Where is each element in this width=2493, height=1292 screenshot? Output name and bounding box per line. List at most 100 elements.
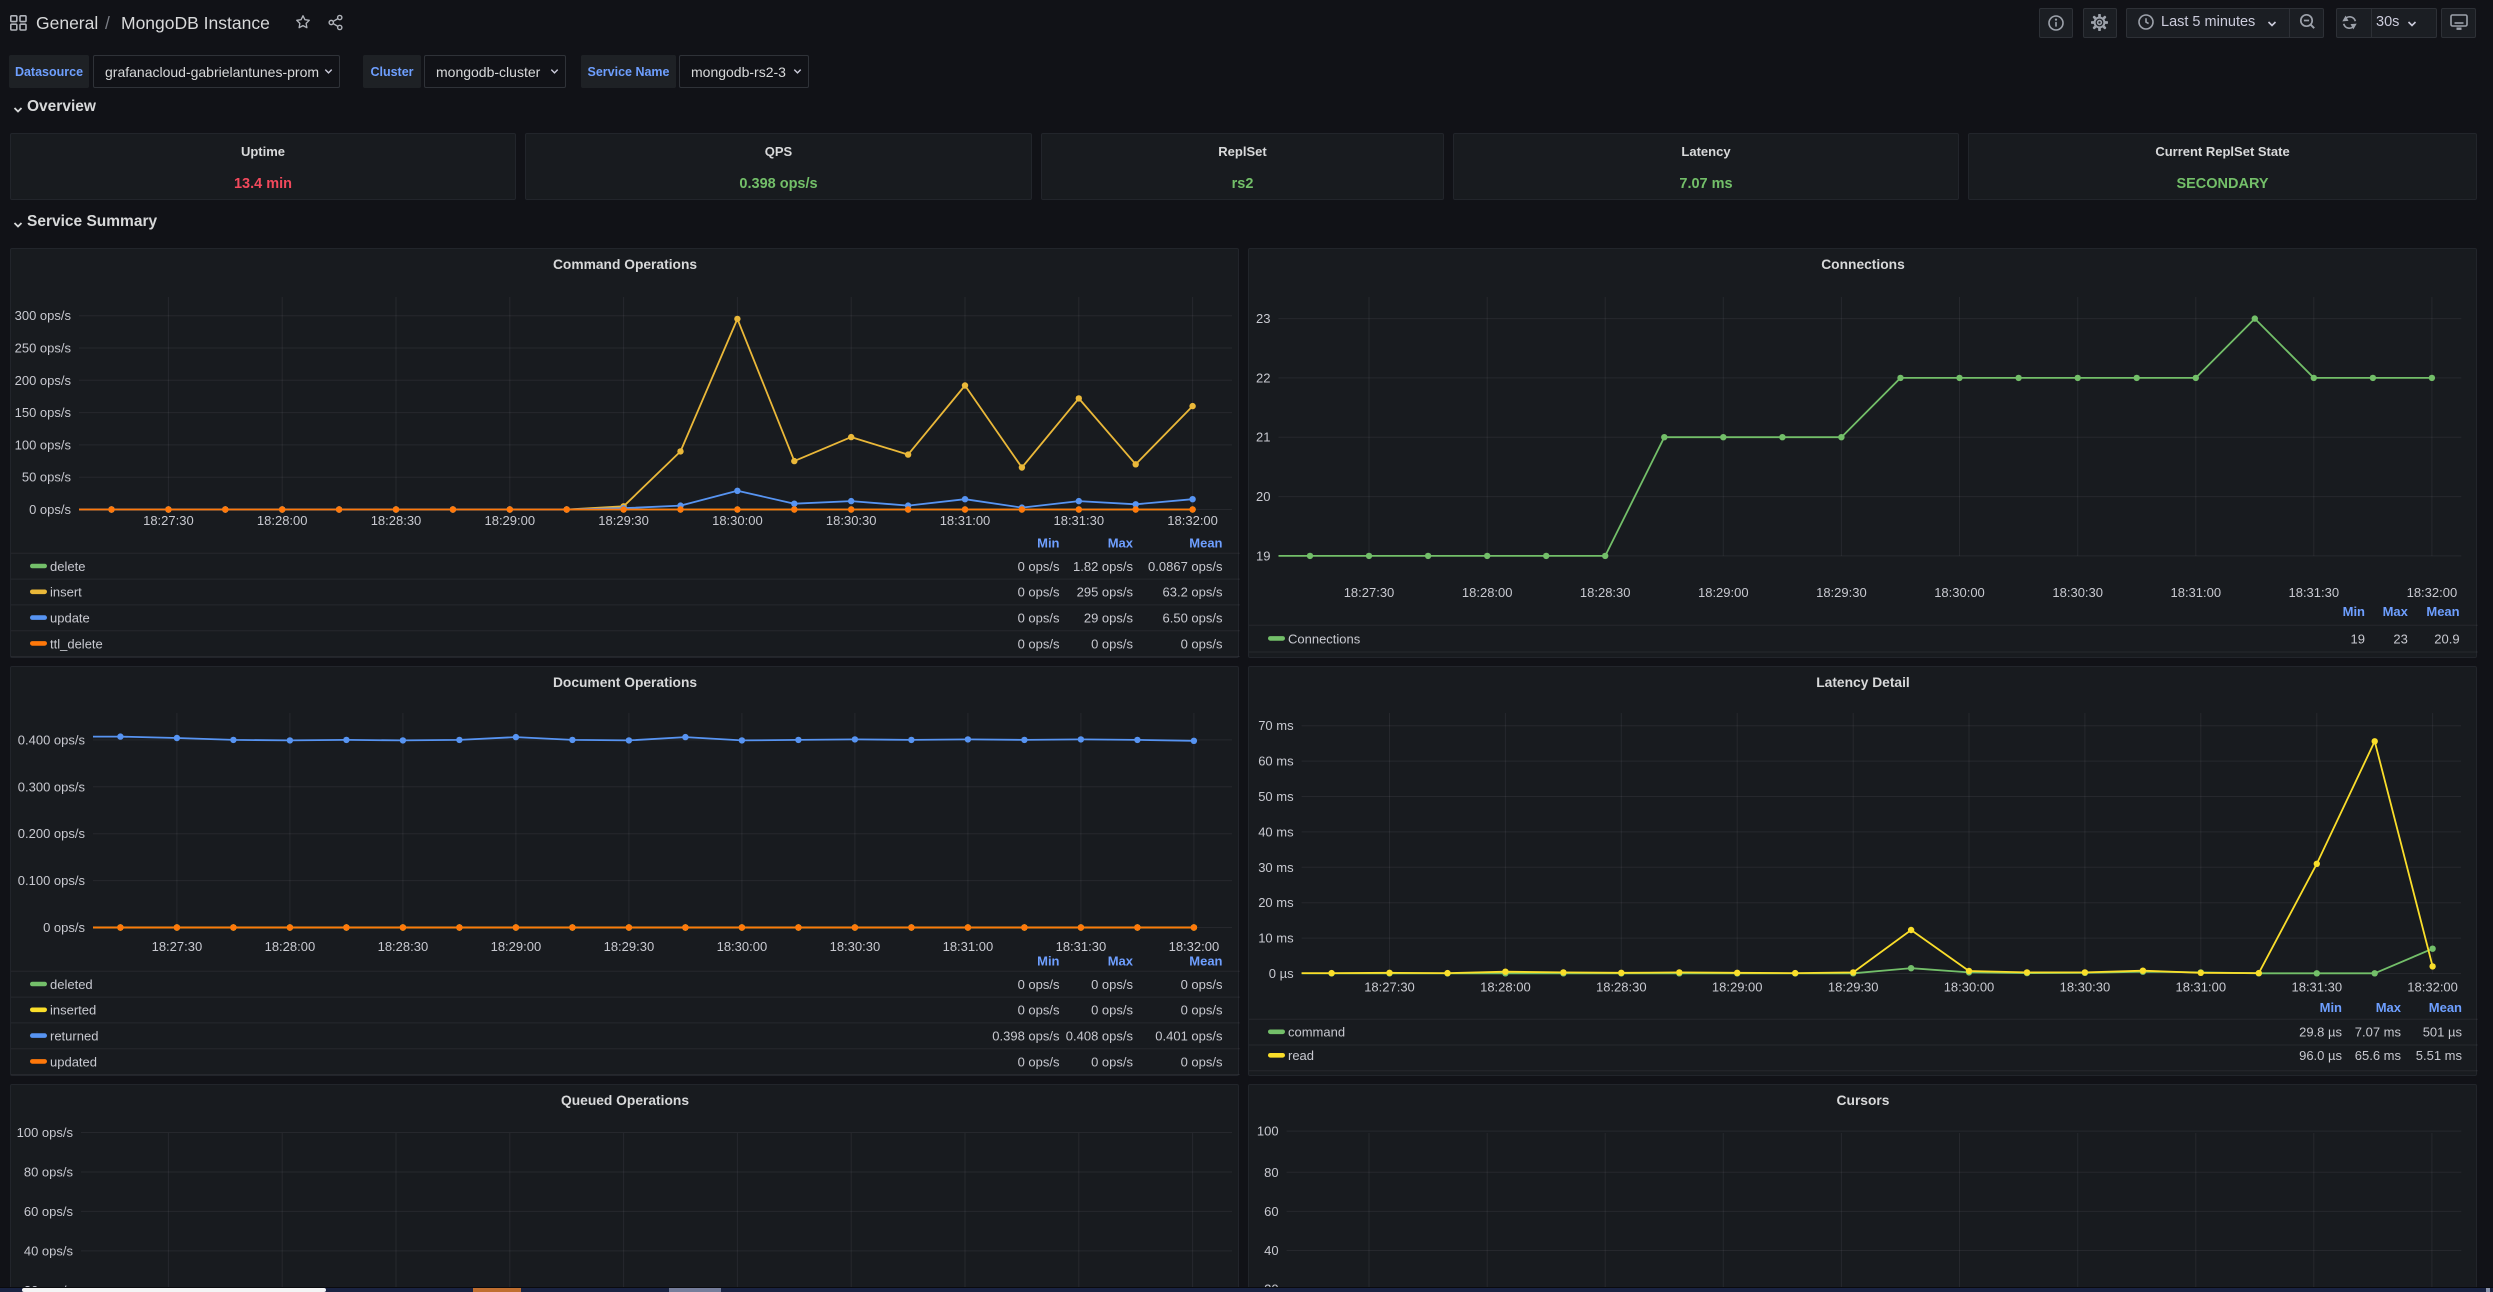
svg-text:Min: Min [1037,536,1059,551]
svg-text:40: 40 [1264,1243,1278,1258]
svg-text:60: 60 [1264,1204,1278,1219]
svg-text:read: read [1288,1048,1314,1063]
svg-text:18:29:30: 18:29:30 [1828,980,1879,995]
svg-text:18:30:30: 18:30:30 [826,513,877,528]
svg-text:0.408 ops/s: 0.408 ops/s [1066,1029,1134,1044]
svg-text:63.2 ops/s: 63.2 ops/s [1163,585,1223,600]
svg-text:18:29:00: 18:29:00 [491,939,542,954]
svg-text:0 ops/s: 0 ops/s [1181,977,1223,992]
svg-text:18:32:00: 18:32:00 [2407,980,2458,995]
svg-text:200 ops/s: 200 ops/s [15,373,72,388]
svg-text:Latency Detail: Latency Detail [1816,675,1910,690]
svg-text:0 µs: 0 µs [1269,966,1294,981]
svg-text:18:29:30: 18:29:30 [598,513,649,528]
svg-text:80: 80 [1264,1165,1278,1180]
svg-text:Mean: Mean [1189,536,1222,551]
svg-text:18:31:30: 18:31:30 [2288,585,2339,600]
svg-text:18:28:30: 18:28:30 [371,513,422,528]
svg-text:18:31:30: 18:31:30 [2291,980,2342,995]
svg-text:23: 23 [1256,311,1270,326]
svg-text:29 ops/s: 29 ops/s [1084,611,1134,626]
svg-text:501 µs: 501 µs [2423,1025,2463,1040]
svg-text:returned: returned [50,1029,98,1044]
svg-text:Max: Max [2383,604,2409,619]
svg-text:23: 23 [2393,631,2407,646]
svg-text:150 ops/s: 150 ops/s [15,405,72,420]
svg-text:65.6 ms: 65.6 ms [2355,1048,2402,1063]
svg-text:22: 22 [1256,370,1270,385]
svg-text:60 ms: 60 ms [1258,754,1294,769]
svg-text:Min: Min [1037,954,1059,969]
svg-text:0 ops/s: 0 ops/s [1018,1054,1060,1069]
svg-text:Queued Operations: Queued Operations [561,1093,689,1108]
svg-text:0 ops/s: 0 ops/s [1181,636,1223,651]
svg-text:18:28:30: 18:28:30 [1580,585,1631,600]
svg-text:0 ops/s: 0 ops/s [1018,611,1060,626]
svg-text:19: 19 [2351,631,2365,646]
svg-text:18:31:00: 18:31:00 [2175,980,2226,995]
svg-text:18:30:00: 18:30:00 [712,513,763,528]
svg-text:40 ms: 40 ms [1258,824,1294,839]
svg-text:0 ops/s: 0 ops/s [1018,977,1060,992]
svg-text:command: command [1288,1025,1345,1040]
svg-text:18:30:30: 18:30:30 [2060,980,2111,995]
svg-text:Max: Max [1108,536,1134,551]
svg-text:18:29:30: 18:29:30 [604,939,655,954]
svg-text:18:30:30: 18:30:30 [830,939,881,954]
svg-text:18:27:30: 18:27:30 [143,513,194,528]
svg-text:96.0 µs: 96.0 µs [2299,1048,2342,1063]
svg-text:18:28:30: 18:28:30 [378,939,429,954]
svg-text:0.300 ops/s: 0.300 ops/s [18,779,86,794]
svg-text:18:32:00: 18:32:00 [2407,585,2458,600]
svg-text:50 ms: 50 ms [1258,789,1294,804]
svg-text:18:28:00: 18:28:00 [257,513,308,528]
svg-text:18:30:00: 18:30:00 [717,939,768,954]
svg-text:0.400 ops/s: 0.400 ops/s [18,732,86,747]
svg-text:0 ops/s: 0 ops/s [1018,636,1060,651]
svg-text:30 ms: 30 ms [1258,860,1294,875]
svg-text:20: 20 [1256,489,1270,504]
svg-text:Command Operations: Command Operations [553,257,697,272]
svg-text:18:32:00: 18:32:00 [1167,513,1218,528]
svg-text:18:27:30: 18:27:30 [1344,585,1395,600]
svg-text:18:31:00: 18:31:00 [940,513,991,528]
svg-text:0.401 ops/s: 0.401 ops/s [1155,1029,1223,1044]
svg-text:Mean: Mean [2429,1000,2462,1015]
svg-text:Mean: Mean [1189,954,1222,969]
svg-text:7.07 ms: 7.07 ms [2355,1025,2402,1040]
svg-text:0 ops/s: 0 ops/s [1018,559,1060,574]
svg-text:18:27:30: 18:27:30 [152,939,203,954]
svg-text:0 ops/s: 0 ops/s [29,502,71,517]
svg-text:40 ops/s: 40 ops/s [24,1243,74,1258]
svg-text:5.51 ms: 5.51 ms [2416,1048,2463,1063]
svg-text:0 ops/s: 0 ops/s [1091,636,1133,651]
svg-text:Max: Max [2376,1000,2402,1015]
svg-text:50 ops/s: 50 ops/s [22,470,72,485]
svg-text:updated: updated [50,1054,97,1069]
svg-text:delete: delete [50,559,85,574]
svg-text:0.100 ops/s: 0.100 ops/s [18,873,86,888]
svg-text:250 ops/s: 250 ops/s [15,341,72,356]
svg-text:0 ops/s: 0 ops/s [1091,977,1133,992]
svg-text:18:28:00: 18:28:00 [1480,980,1531,995]
svg-text:1.82 ops/s: 1.82 ops/s [1073,559,1133,574]
svg-text:Connections: Connections [1821,257,1905,272]
svg-text:18:28:30: 18:28:30 [1596,980,1647,995]
svg-text:300 ops/s: 300 ops/s [15,308,72,323]
svg-text:18:32:00: 18:32:00 [1169,939,1220,954]
svg-text:Max: Max [1108,954,1134,969]
svg-text:18:29:00: 18:29:00 [1698,585,1749,600]
svg-text:Document Operations: Document Operations [553,675,697,690]
svg-text:295 ops/s: 295 ops/s [1077,585,1134,600]
svg-text:18:30:00: 18:30:00 [1944,980,1995,995]
svg-text:18:31:00: 18:31:00 [943,939,994,954]
svg-text:deleted: deleted [50,977,93,992]
svg-text:10 ms: 10 ms [1258,931,1294,946]
svg-text:18:29:00: 18:29:00 [484,513,535,528]
svg-text:0.200 ops/s: 0.200 ops/s [18,826,86,841]
svg-text:0.0867 ops/s: 0.0867 ops/s [1148,559,1223,574]
svg-text:0 ops/s: 0 ops/s [1181,1003,1223,1018]
svg-text:Min: Min [2343,604,2365,619]
svg-text:0.398 ops/s: 0.398 ops/s [992,1029,1060,1044]
svg-text:18:30:00: 18:30:00 [1934,585,1985,600]
